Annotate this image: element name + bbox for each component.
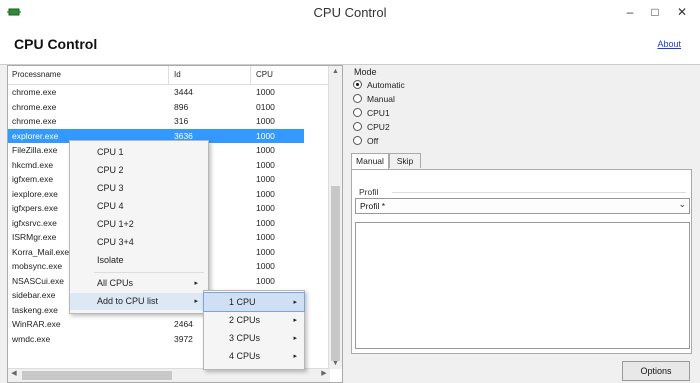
column-header-processname[interactable]: Processname — [12, 70, 61, 79]
submenu-item-2-cpus[interactable]: 2 CPUs ▸ — [204, 311, 304, 329]
profil-label: Profil — [359, 187, 379, 197]
radio-icon — [353, 136, 362, 145]
cell-cpu: 1000 — [256, 217, 275, 228]
submenu-arrow-icon: ▸ — [293, 317, 297, 324]
scrollbar-thumb[interactable] — [331, 186, 340, 361]
cell-processname: chrome.exe — [12, 116, 57, 126]
manual-tab-panel: Profil Profil * ⌄ — [351, 169, 692, 354]
cell-cpu: 1000 — [256, 188, 275, 199]
cell-processname: igfxpers.exe — [12, 203, 58, 213]
cell-id: 3636 — [174, 130, 193, 141]
settings-panel: Mode Automatic Manual CPU1 CPU2 Off Manu… — [347, 65, 697, 383]
cell-cpu: 1000 — [256, 159, 275, 170]
cell-id: 3444 — [174, 87, 193, 97]
cell-cpu: 1000 — [256, 174, 275, 184]
cell-cpu: 1000 — [256, 232, 275, 242]
submenu-arrow-icon: ▸ — [194, 280, 198, 287]
group-divider — [392, 192, 686, 193]
cell-cpu: 1000 — [256, 130, 275, 141]
scroll-left-icon[interactable]: ◀ — [8, 369, 20, 377]
radio-selected-icon — [353, 80, 362, 89]
submenu-item-3-cpus[interactable]: 3 CPUs ▸ — [204, 329, 304, 347]
cell-id: 316 — [174, 116, 189, 126]
menu-item-cpu-3-4[interactable]: CPU 3+4 — [70, 234, 208, 251]
menu-item-cpu-2[interactable]: CPU 2 — [70, 162, 208, 179]
cell-id: 896 — [174, 101, 189, 112]
title-bar: CPU Control – □ ✕ — [0, 0, 700, 26]
cell-processname: Korra_Mail.exe — [12, 246, 70, 257]
submenu-arrow-icon: ▸ — [194, 298, 198, 305]
vertical-scrollbar[interactable]: ▲ ▼ — [328, 66, 342, 369]
cell-processname: mobsync.exe — [12, 261, 63, 271]
table-row[interactable]: chrome.exe 3444 1000 — [8, 85, 330, 100]
cell-processname: chrome.exe — [12, 87, 57, 97]
hscrollbar-thumb[interactable] — [22, 371, 172, 380]
scroll-up-icon[interactable]: ▲ — [329, 68, 342, 75]
cell-cpu: 1000 — [256, 87, 275, 97]
menu-item-isolate[interactable]: Isolate — [70, 252, 208, 269]
cell-cpu: 1000 — [256, 116, 275, 126]
minimize-button[interactable]: – — [620, 2, 640, 22]
scroll-right-icon[interactable]: ▶ — [318, 369, 330, 377]
tab-manual[interactable]: Manual — [351, 153, 389, 170]
context-menu: CPU 1 CPU 2 CPU 3 CPU 4 CPU 1+2 CPU 3+4 … — [69, 140, 209, 314]
profil-dropdown[interactable]: Profil * ⌄ — [355, 198, 690, 214]
cell-id: 3972 — [174, 333, 193, 344]
submenu-item-4-cpus[interactable]: 4 CPUs ▸ — [204, 347, 304, 365]
menu-separator — [94, 272, 204, 273]
cell-processname: wmdc.exe — [12, 333, 51, 344]
page-title: CPU Control — [14, 36, 98, 52]
cpu-count-submenu: 1 CPU ▸ 2 CPUs ▸ 3 CPUs ▸ 4 CPUs ▸ — [203, 290, 305, 370]
chevron-down-icon: ⌄ — [678, 199, 686, 209]
close-button[interactable]: ✕ — [672, 2, 692, 22]
menu-item-cpu-1-2[interactable]: CPU 1+2 — [70, 216, 208, 233]
cell-cpu: 0100 — [256, 101, 275, 112]
cell-processname: chrome.exe — [12, 101, 57, 112]
submenu-arrow-icon: ▸ — [293, 335, 297, 342]
column-header-cpu[interactable]: CPU — [256, 70, 273, 79]
cell-processname: hkcmd.exe — [12, 159, 54, 170]
menu-item-add-to-cpu-list[interactable]: Add to CPU list ▸ — [70, 293, 208, 310]
radio-icon — [353, 122, 362, 131]
cell-processname: igfxem.exe — [12, 174, 54, 184]
cell-processname: FileZilla.exe — [12, 145, 58, 155]
submenu-item-1-cpu[interactable]: 1 CPU ▸ — [203, 292, 305, 312]
menu-item-cpu-1[interactable]: CPU 1 — [70, 144, 208, 161]
cell-cpu: 1000 — [256, 203, 275, 213]
horizontal-scrollbar[interactable]: ◀ ▶ — [8, 368, 330, 382]
cell-id: 2464 — [174, 319, 193, 329]
cell-processname: WinRAR.exe — [12, 319, 61, 329]
cell-cpu: 1000 — [256, 261, 275, 271]
cell-cpu: 1000 — [256, 275, 275, 286]
options-button[interactable]: Options — [622, 361, 690, 381]
submenu-arrow-icon: ▸ — [293, 299, 297, 306]
radio-icon — [353, 108, 362, 117]
tab-skip[interactable]: Skip — [389, 153, 421, 168]
column-header-id[interactable]: Id — [174, 70, 181, 79]
mode-label: Mode — [354, 67, 377, 77]
cell-processname: ISRMgr.exe — [12, 232, 57, 242]
table-row[interactable]: chrome.exe 316 1000 — [8, 114, 330, 129]
window-title: CPU Control — [313, 5, 387, 20]
radio-icon — [353, 94, 362, 103]
cell-processname: sidebar.exe — [12, 290, 56, 300]
column-header-row: Processname Id CPU — [8, 66, 330, 85]
cell-processname: explorer.exe — [12, 130, 59, 141]
profil-process-list[interactable] — [355, 222, 690, 349]
menu-item-all-cpus[interactable]: All CPUs ▸ — [70, 275, 208, 292]
cell-cpu: 1000 — [256, 246, 275, 257]
table-row[interactable]: chrome.exe 896 0100 — [8, 100, 330, 115]
cell-cpu: 1000 — [256, 145, 275, 155]
cell-processname: taskeng.exe — [12, 304, 58, 315]
submenu-arrow-icon: ▸ — [293, 353, 297, 360]
about-link[interactable]: About — [657, 39, 681, 49]
scroll-down-icon[interactable]: ▼ — [329, 360, 342, 367]
cell-processname: igfxsrvc.exe — [12, 217, 57, 228]
maximize-button[interactable]: □ — [645, 2, 665, 22]
menu-item-cpu-4[interactable]: CPU 4 — [70, 198, 208, 215]
cell-processname: iexplore.exe — [12, 188, 58, 199]
cell-processname: NSASCui.exe — [12, 275, 64, 286]
app-header: CPU Control About — [0, 26, 700, 65]
menu-item-cpu-3[interactable]: CPU 3 — [70, 180, 208, 197]
